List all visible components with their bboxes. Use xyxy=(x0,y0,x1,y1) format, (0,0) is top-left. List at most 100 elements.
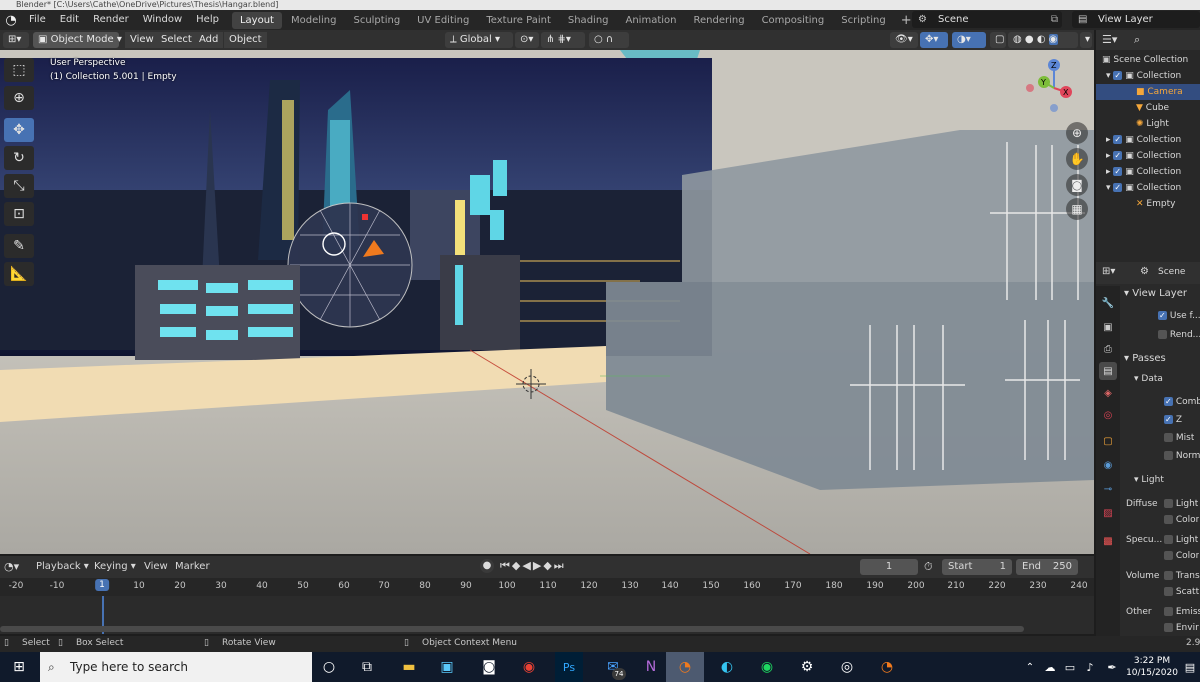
new-scene-icon[interactable]: ⧉ xyxy=(1051,11,1058,28)
camera-view-icon[interactable]: ◙ xyxy=(1066,174,1088,196)
transform-orientation-dropdown[interactable]: ⟂ Global ▾ xyxy=(445,32,513,48)
exclude-checkbox[interactable] xyxy=(1113,68,1123,84)
expand-arrow-icon[interactable]: ▾ xyxy=(1106,71,1113,81)
outliner-row[interactable]: ▸ ▣ Collection xyxy=(1096,132,1200,148)
store-icon[interactable]: ▣ xyxy=(428,652,466,682)
end-frame-field[interactable]: End 250 xyxy=(1016,559,1078,575)
mist-pass-checkbox[interactable]: Mist xyxy=(1164,430,1194,446)
cursor-tool-icon[interactable]: ⊕ xyxy=(4,86,34,110)
menu-select[interactable]: Select xyxy=(156,32,197,48)
tab-sculpting[interactable]: Sculpting xyxy=(345,12,408,29)
diffuse-color-checkbox[interactable]: Color xyxy=(1164,512,1199,528)
tab-rendering[interactable]: Rendering xyxy=(685,12,752,29)
environment-checkbox[interactable]: Envir xyxy=(1164,620,1199,636)
menu-edit[interactable]: Edit xyxy=(53,10,86,30)
tab-animation[interactable]: Animation xyxy=(618,12,685,29)
blender-logo-icon[interactable]: ◔ xyxy=(0,10,22,30)
view-layer-selector[interactable]: ▤ View Layer xyxy=(1072,11,1200,28)
solid-shading-icon[interactable]: ● xyxy=(1025,34,1034,45)
notifications-icon[interactable]: ▤ xyxy=(1180,652,1200,682)
exclude-checkbox[interactable] xyxy=(1113,148,1123,164)
next-key-icon[interactable]: ◆ xyxy=(543,559,553,572)
prev-key-icon[interactable]: ◆ xyxy=(512,559,522,572)
physics-tab-icon[interactable]: ◉ xyxy=(1099,456,1117,474)
combined-pass-checkbox[interactable]: Comb xyxy=(1164,394,1200,410)
preview-range-icon[interactable]: ⏱ xyxy=(924,560,933,574)
play-icon[interactable]: ▶ xyxy=(533,559,543,572)
outliner-row[interactable]: ✕ Empty xyxy=(1096,196,1200,212)
file-explorer-icon[interactable]: ▬ xyxy=(390,652,428,682)
current-frame-marker[interactable]: 1 xyxy=(95,579,109,591)
timeline-editor-icon[interactable]: ◔▾ xyxy=(4,560,19,573)
material-shading-icon[interactable]: ◐ xyxy=(1037,34,1046,45)
scale-tool-icon[interactable]: ⤡ xyxy=(4,174,34,198)
texture-tab-icon[interactable]: ▩ xyxy=(1099,532,1117,550)
scene-selector[interactable]: ⚙ Scene ⧉ xyxy=(912,11,1062,28)
menu-file[interactable]: File xyxy=(22,10,53,30)
task-view-icon[interactable]: ⧉ xyxy=(348,652,386,682)
navigation-gizmo[interactable]: Z X Y xyxy=(1022,58,1072,122)
measure-tool-icon[interactable]: 📐 xyxy=(4,262,34,286)
timeline-track-area[interactable] xyxy=(0,596,1094,634)
network-icon[interactable]: ▭ xyxy=(1060,652,1080,682)
tab-texture-paint[interactable]: Texture Paint xyxy=(478,12,559,29)
outliner-search-icon[interactable]: ⌕ xyxy=(1134,33,1140,47)
outliner-editor-icon[interactable]: ☰▾ xyxy=(1102,33,1117,46)
tab-compositing[interactable]: Compositing xyxy=(754,12,833,29)
menu-playback[interactable]: Playback ▾ xyxy=(36,561,89,572)
specular-color-checkbox[interactable]: Color xyxy=(1164,548,1199,564)
use-for-rendering-checkbox[interactable]: Use f... xyxy=(1158,308,1200,324)
start-frame-field[interactable]: Start 1 xyxy=(942,559,1012,575)
settings-icon[interactable]: ⚙ xyxy=(788,652,826,682)
exclude-checkbox[interactable] xyxy=(1113,164,1123,180)
view-layer-panel-header[interactable]: ▾ View Layer xyxy=(1124,286,1187,302)
onenote-icon[interactable]: N xyxy=(632,652,670,682)
taskbar-clock[interactable]: 3:22 PM 10/15/2020 xyxy=(1124,655,1180,679)
view-layer-tab-icon[interactable]: ▤ xyxy=(1099,362,1117,380)
edge-icon[interactable]: ◐ xyxy=(708,652,746,682)
chrome-icon[interactable]: ◉ xyxy=(510,652,548,682)
tab-scripting[interactable]: Scripting xyxy=(833,12,893,29)
pen-icon[interactable]: ✒ xyxy=(1102,652,1122,682)
menu-window[interactable]: Window xyxy=(136,10,189,30)
menu-view[interactable]: View xyxy=(125,32,159,48)
blender-taskbar-icon[interactable]: ◔ xyxy=(666,652,704,682)
menu-keying[interactable]: Keying ▾ xyxy=(94,561,136,572)
menu-add[interactable]: Add xyxy=(194,32,224,48)
visibility-icon[interactable]: 👁▾ xyxy=(890,32,918,48)
cortana-icon[interactable]: ○ xyxy=(310,652,348,682)
properties-editor-icon[interactable]: ⊞▾ xyxy=(1102,266,1115,277)
play-reverse-icon[interactable]: ◀ xyxy=(522,559,532,572)
blender-pinned-icon[interactable]: ◔ xyxy=(868,652,906,682)
collapse-arrow-icon[interactable]: ▸ xyxy=(1106,135,1113,145)
editor-type-icon[interactable]: ⊞▾ xyxy=(3,32,29,48)
rotate-tool-icon[interactable]: ↻ xyxy=(4,146,34,170)
emission-checkbox[interactable]: Emiss xyxy=(1164,604,1200,620)
volume-transmit-checkbox[interactable]: Trans xyxy=(1164,568,1200,584)
data-subpanel-header[interactable]: ▾ Data xyxy=(1134,371,1163,387)
constraints-tab-icon[interactable]: ⊸ xyxy=(1099,480,1117,498)
volume-icon[interactable]: ♪ xyxy=(1080,652,1100,682)
passes-panel-header[interactable]: ▾ Passes xyxy=(1124,351,1166,367)
data-tab-icon[interactable]: ▨ xyxy=(1099,504,1117,522)
shading-modes[interactable]: ◍ ● ◐ ◉ xyxy=(1008,32,1078,48)
zoom-icon[interactable]: ⊕ xyxy=(1066,122,1088,144)
taskbar-search-box[interactable]: ⌕ Type here to search xyxy=(40,652,312,682)
menu-timeline-view[interactable]: View xyxy=(144,561,168,572)
ortho-toggle-icon[interactable]: ▦ xyxy=(1066,198,1088,220)
outliner-row[interactable]: ▾ ▣ Collection xyxy=(1096,68,1200,84)
tab-layout[interactable]: Layout xyxy=(231,11,282,29)
output-tab-icon[interactable]: ⎙ xyxy=(1099,340,1117,358)
shading-options-icon[interactable]: ▾ xyxy=(1080,32,1092,48)
overlay-toggle-icon[interactable]: ◑▾ xyxy=(952,32,986,48)
pan-hand-icon[interactable]: ✋ xyxy=(1066,148,1088,170)
outliner-row[interactable]: ▾ ▣ Collection xyxy=(1096,180,1200,196)
record-icon[interactable]: ● xyxy=(480,559,494,573)
wireframe-shading-icon[interactable]: ◍ xyxy=(1013,34,1022,45)
collapse-arrow-icon[interactable]: ▸ xyxy=(1106,151,1113,161)
render-tab-icon[interactable]: ▣ xyxy=(1099,318,1117,336)
menu-render[interactable]: Render xyxy=(86,10,136,30)
menu-marker[interactable]: Marker xyxy=(175,561,210,572)
select-box-tool-icon[interactable]: ⬚ xyxy=(4,58,34,82)
app-icon[interactable]: ◙ xyxy=(470,652,508,682)
